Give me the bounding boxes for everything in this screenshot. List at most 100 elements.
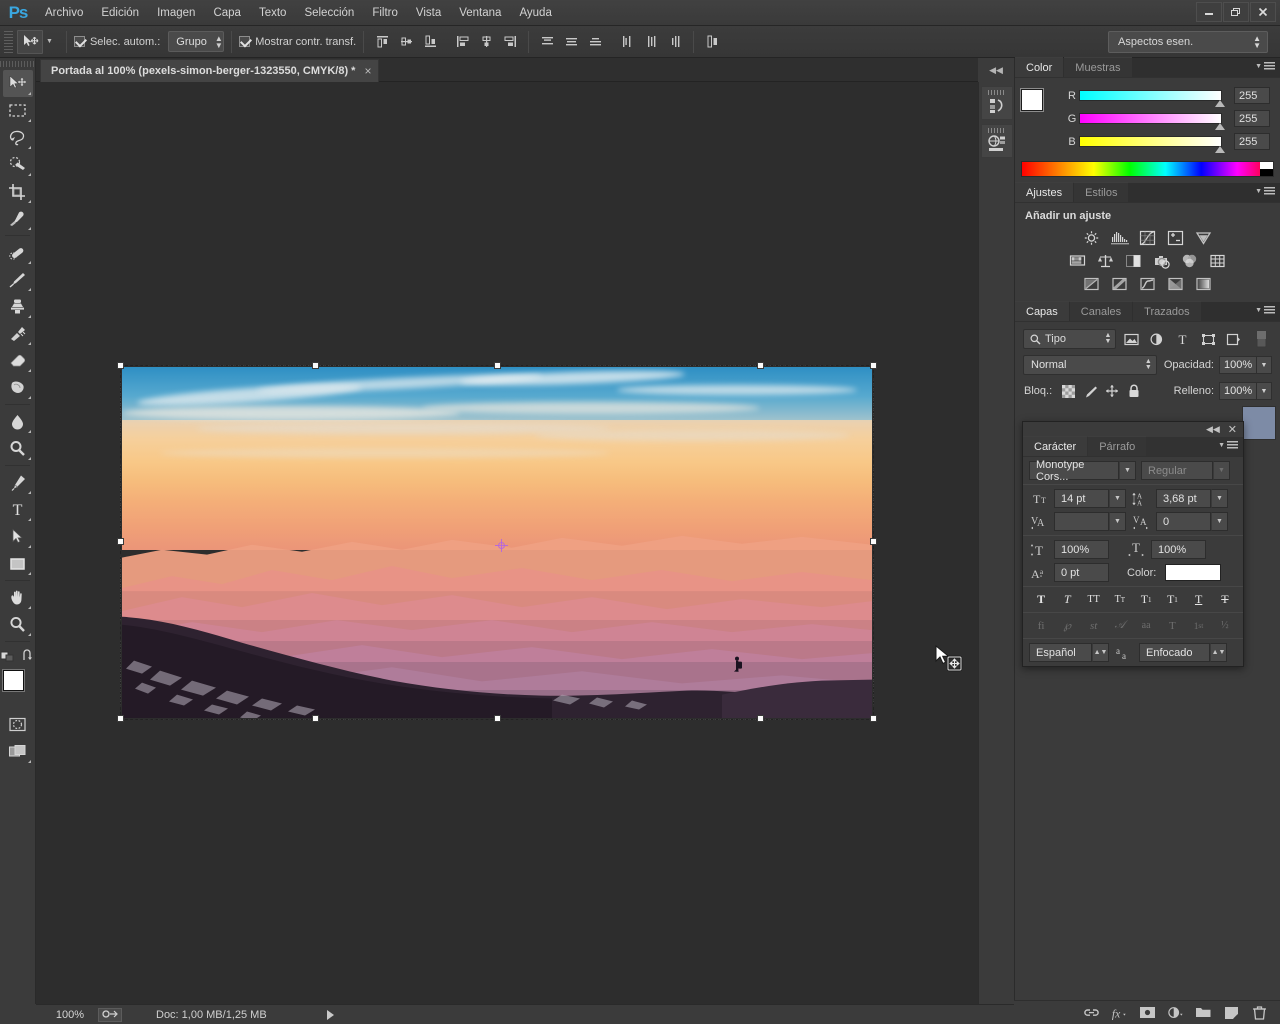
fractions-button[interactable]: ½: [1214, 617, 1236, 634]
restore-button[interactable]: [1223, 2, 1249, 22]
menu-vista[interactable]: Vista: [407, 0, 450, 26]
kerning-field[interactable]: [1054, 512, 1109, 531]
blend-mode-dropdown[interactable]: Normal ▲▼: [1023, 355, 1157, 375]
transform-handle-bq2[interactable]: [757, 715, 764, 722]
horizontal-scale-field[interactable]: 100%: [1151, 540, 1206, 559]
kerning-chevron-down-icon[interactable]: ▼: [1109, 512, 1126, 531]
tab-canales[interactable]: Canales: [1070, 301, 1132, 321]
tab-estilos[interactable]: Estilos: [1074, 182, 1128, 202]
layers-panel-menu-icon[interactable]: ▼: [1255, 306, 1275, 315]
threshold-icon[interactable]: [1137, 274, 1158, 293]
blur-tool[interactable]: [3, 408, 33, 435]
exposure-icon[interactable]: [1165, 228, 1186, 247]
font-style-field[interactable]: Regular: [1141, 461, 1213, 480]
faux-bold-button[interactable]: T: [1030, 591, 1052, 608]
stylistic-alternates-button[interactable]: 1st: [1188, 617, 1210, 634]
transform-reference-point-icon[interactable]: [495, 539, 508, 552]
white-swatch[interactable]: [1260, 162, 1273, 169]
tool-preset-chevron-down-icon[interactable]: ▼: [46, 38, 53, 45]
brightness-contrast-icon[interactable]: [1081, 228, 1102, 247]
titling-alternates-button[interactable]: aa: [1135, 617, 1157, 634]
close-button[interactable]: [1250, 2, 1276, 22]
rectangular-marquee-tool[interactable]: [3, 97, 33, 124]
transform-handle-tl[interactable]: [117, 362, 124, 369]
blue-slider[interactable]: [1079, 136, 1222, 147]
black-swatch[interactable]: [1260, 169, 1273, 176]
font-style-chevron-down-icon[interactable]: ▼: [1213, 461, 1230, 480]
color-balance-icon[interactable]: [1095, 251, 1116, 270]
zoom-level-input[interactable]: [46, 1008, 94, 1022]
transform-handle-ml[interactable]: [117, 538, 124, 545]
status-menu-triangle-icon[interactable]: [327, 1010, 334, 1020]
new-layer-icon[interactable]: [1223, 1004, 1240, 1021]
distribute-horizontal-centers-icon[interactable]: [640, 31, 662, 53]
eyedropper-tool[interactable]: [3, 205, 33, 232]
menu-seleccion[interactable]: Selección: [295, 0, 363, 26]
filter-type-icon[interactable]: T: [1172, 329, 1194, 349]
align-bottom-edges-icon[interactable]: [419, 31, 441, 53]
vertical-scale-field[interactable]: 100%: [1054, 540, 1109, 559]
menu-imagen[interactable]: Imagen: [148, 0, 204, 26]
foreground-color-swatch[interactable]: [3, 670, 24, 691]
transform-handle-tc[interactable]: [494, 362, 501, 369]
spot-healing-brush-tool[interactable]: [3, 239, 33, 266]
edit-in-quick-mask-mode[interactable]: [3, 711, 33, 738]
align-left-edges-icon[interactable]: [451, 31, 473, 53]
antialias-field[interactable]: Enfocado: [1139, 643, 1210, 662]
distribute-vertical-centers-icon[interactable]: [560, 31, 582, 53]
panel-foreground-swatch[interactable]: [1021, 89, 1043, 111]
transform-handle-tq[interactable]: [312, 362, 319, 369]
color-lookup-icon[interactable]: [1207, 251, 1228, 270]
opacity-value[interactable]: 100%: [1219, 356, 1257, 374]
small-caps-button[interactable]: TT: [1109, 591, 1131, 608]
transform-handle-tq2[interactable]: [757, 362, 764, 369]
link-layers-icon[interactable]: [1083, 1004, 1100, 1021]
fill-dropdown-arrow-icon[interactable]: ▼: [1257, 382, 1272, 400]
pen-tool[interactable]: [3, 469, 33, 496]
menu-ayuda[interactable]: Ayuda: [510, 0, 560, 26]
font-family-field[interactable]: Monotype Cors...: [1029, 461, 1119, 480]
tab-capas[interactable]: Capas: [1015, 301, 1069, 321]
crop-tool[interactable]: [3, 178, 33, 205]
lock-position-icon[interactable]: [1101, 381, 1123, 401]
menu-edicion[interactable]: Edición: [92, 0, 148, 26]
add-layer-mask-icon[interactable]: [1139, 1004, 1156, 1021]
canvas-area[interactable]: [36, 82, 1014, 1006]
photo-filter-icon[interactable]: [1151, 251, 1172, 270]
font-size-chevron-down-icon[interactable]: ▼: [1109, 489, 1126, 508]
adjustments-panel-menu-icon[interactable]: ▼: [1255, 187, 1275, 196]
collapse-panels-to-icons-button[interactable]: ◀◀: [978, 58, 1014, 82]
menu-archivo[interactable]: Archivo: [36, 0, 92, 26]
dodge-tool[interactable]: [3, 435, 33, 462]
antialias-stepper-icon[interactable]: ▲▼: [1210, 643, 1227, 662]
tab-trazados[interactable]: Trazados: [1133, 301, 1200, 321]
fill-value[interactable]: 100%: [1219, 382, 1257, 400]
filter-toggle-icon[interactable]: [1250, 329, 1272, 349]
move-tool[interactable]: [3, 70, 33, 97]
hue-saturation-icon[interactable]: [1067, 251, 1088, 270]
lock-transparent-pixels-icon[interactable]: [1057, 381, 1079, 401]
subscript-button[interactable]: T1: [1161, 591, 1183, 608]
menu-capa[interactable]: Capa: [204, 0, 250, 26]
rectangle-tool[interactable]: [3, 550, 33, 577]
transform-handle-mr[interactable]: [870, 538, 877, 545]
faux-italic-button[interactable]: T: [1056, 591, 1078, 608]
move-tool-icon[interactable]: [17, 30, 43, 54]
new-group-icon[interactable]: [1195, 1004, 1212, 1021]
opacity-dropdown-arrow-icon[interactable]: ▼: [1257, 356, 1272, 374]
black-white-icon[interactable]: [1123, 251, 1144, 270]
invert-icon[interactable]: [1081, 274, 1102, 293]
font-size-field[interactable]: 14 pt: [1054, 489, 1109, 508]
underline-button[interactable]: T: [1188, 591, 1210, 608]
transform-handle-br[interactable]: [870, 715, 877, 722]
quick-selection-tool[interactable]: [3, 151, 33, 178]
document-tab[interactable]: Portada al 100% (pexels-simon-berger-132…: [40, 59, 379, 82]
filter-shape-icon[interactable]: [1197, 329, 1219, 349]
leading-field[interactable]: 3,68 pt: [1156, 489, 1211, 508]
menu-filtro[interactable]: Filtro: [363, 0, 407, 26]
swash-button[interactable]: 𝒜: [1109, 617, 1131, 634]
align-top-edges-icon[interactable]: [371, 31, 393, 53]
tab-caracter[interactable]: Carácter: [1023, 436, 1087, 456]
selective-color-icon[interactable]: [1193, 274, 1214, 293]
levels-icon[interactable]: [1109, 228, 1130, 247]
